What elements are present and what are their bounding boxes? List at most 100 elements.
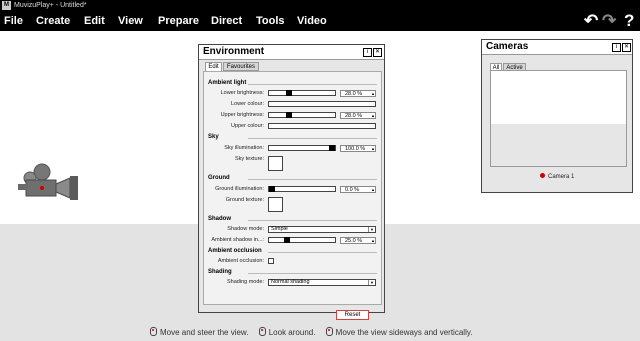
tab-favourites[interactable]: Favourites <box>223 62 259 71</box>
mouse-middle-icon <box>325 327 333 336</box>
camera-object[interactable] <box>12 160 82 205</box>
sky-illumination-field[interactable]: 100.0 % ▲ <box>340 145 376 152</box>
sky-texture-slot[interactable] <box>268 156 283 171</box>
camera-list-item[interactable]: Camera 1 <box>540 173 574 180</box>
record-icon <box>540 173 545 178</box>
lower-brightness-label: Lower brightness: <box>220 90 264 96</box>
mouse-hints: Move and steer the view. Look around. Mo… <box>150 327 480 337</box>
divider <box>248 273 377 274</box>
menu-video[interactable]: Video <box>297 11 327 31</box>
pin-icon[interactable]: i <box>363 48 372 57</box>
divider <box>248 138 377 139</box>
ambient-shadow-label: Ambient shadow in...: <box>211 237 264 243</box>
upper-colour-label: Upper colour: <box>230 123 264 129</box>
environment-header: Environment i ✕ <box>199 45 384 60</box>
app-icon: M <box>2 1 11 10</box>
menu-file[interactable]: File <box>4 11 23 31</box>
menu-create[interactable]: Create <box>36 11 70 31</box>
chevron-down-icon[interactable]: ▼ <box>368 227 375 232</box>
preview-ground <box>491 124 626 166</box>
section-shading: Shading <box>208 269 232 275</box>
lower-brightness-field[interactable]: 28.0 % ▲ <box>340 90 376 97</box>
mouse-left-icon <box>150 327 157 336</box>
lower-brightness-value: 28.0 % <box>345 91 363 97</box>
ambient-shadow-slider[interactable] <box>268 237 336 243</box>
environment-panel: Environment i ✕ Edit Favourites Ambient … <box>198 44 385 320</box>
lower-colour-label: Lower colour: <box>230 101 264 107</box>
divider <box>248 220 377 221</box>
menu-tools[interactable]: Tools <box>256 11 285 31</box>
sky-illumination-label: Sky illumination: <box>224 145 264 151</box>
shadow-mode-value: Simple <box>271 226 288 232</box>
upper-brightness-label: Upper brightness: <box>220 112 264 118</box>
upper-brightness-value: 28.0 % <box>345 113 363 119</box>
shadow-mode-label: Shadow mode: <box>227 226 264 232</box>
shading-mode-label: Shading mode: <box>227 279 264 285</box>
window-titlebar: M MuvizuPlay+ - Untitled* <box>0 0 640 11</box>
panel-title: Environment <box>203 46 265 57</box>
close-icon[interactable]: ✕ <box>373 48 382 57</box>
ambient-occlusion-label: Ambient occlusion: <box>217 258 264 264</box>
environment-settings: Ambient light Lower brightness: 28.0 % ▲ … <box>203 71 382 305</box>
slider-knob[interactable] <box>269 186 275 192</box>
hint-pan: Move the view sideways and vertically. <box>335 328 473 337</box>
mouse-right-icon <box>258 327 266 336</box>
camera-preview[interactable] <box>490 70 627 167</box>
undo-icon[interactable]: ↶ <box>584 12 598 30</box>
divider <box>268 252 377 253</box>
ground-illumination-slider[interactable] <box>268 186 336 192</box>
spinner-icon[interactable]: ▲ <box>371 113 375 118</box>
help-icon[interactable]: ? <box>624 12 634 30</box>
pin-icon[interactable]: i <box>612 43 621 52</box>
upper-brightness-slider[interactable] <box>268 112 336 118</box>
slider-knob[interactable] <box>329 145 335 151</box>
reset-button[interactable]: Reset <box>336 310 369 320</box>
cameras-panel: Cameras i ✕ All Active Camera 1 <box>481 39 633 193</box>
ground-illumination-label: Ground illumination: <box>215 186 264 192</box>
cameras-header: Cameras i ✕ <box>482 40 632 55</box>
menu-prepare[interactable]: Prepare <box>158 11 199 31</box>
menu-edit[interactable]: Edit <box>84 11 105 31</box>
section-sky: Sky <box>208 134 219 140</box>
divider <box>248 179 377 180</box>
ground-texture-slot[interactable] <box>268 197 283 212</box>
upper-colour-swatch[interactable] <box>268 123 376 129</box>
ground-illumination-field[interactable]: 0.0 % ▲ <box>340 186 376 193</box>
menu-direct[interactable]: Direct <box>211 11 242 31</box>
divider <box>248 84 377 85</box>
spinner-icon[interactable]: ▲ <box>371 91 375 96</box>
section-ambient-light: Ambient light <box>208 80 247 86</box>
slider-knob[interactable] <box>286 90 292 96</box>
sky-illumination-value: 100.0 % <box>345 146 366 152</box>
menu-bar: File Create Edit View Prepare Direct Too… <box>0 11 640 31</box>
hint-move: Move and steer the view. <box>160 328 249 337</box>
spinner-icon[interactable]: ▲ <box>371 146 375 151</box>
section-shadow: Shadow <box>208 216 232 222</box>
spinner-icon[interactable]: ▲ <box>371 238 375 243</box>
close-icon[interactable]: ✕ <box>622 43 631 52</box>
ground-illumination-value: 0.0 % <box>345 187 360 193</box>
camera-name: Camera 1 <box>548 174 575 180</box>
ambient-shadow-value: 25.0 % <box>345 238 363 244</box>
menu-view[interactable]: View <box>118 11 143 31</box>
tab-edit[interactable]: Edit <box>205 62 222 71</box>
slider-knob[interactable] <box>286 112 292 118</box>
upper-brightness-field[interactable]: 28.0 % ▲ <box>340 112 376 119</box>
ambient-shadow-field[interactable]: 25.0 % ▲ <box>340 237 376 244</box>
section-ground: Ground <box>208 175 230 181</box>
shading-mode-value: Normal shading <box>271 279 310 285</box>
shadow-mode-select[interactable]: Simple ▼ <box>268 226 376 233</box>
window-title: MuvizuPlay+ - Untitled* <box>14 2 87 9</box>
panel-title: Cameras <box>486 41 529 52</box>
slider-knob[interactable] <box>284 237 290 243</box>
hint-look: Look around. <box>268 328 316 337</box>
sky-illumination-slider[interactable] <box>268 145 336 151</box>
lower-colour-swatch[interactable] <box>268 101 376 107</box>
lower-brightness-slider[interactable] <box>268 90 336 96</box>
chevron-down-icon[interactable]: ▼ <box>368 280 375 285</box>
redo-icon[interactable]: ↷ <box>602 12 616 30</box>
spinner-icon[interactable]: ▲ <box>371 187 375 192</box>
ambient-occlusion-checkbox[interactable] <box>268 258 274 264</box>
shading-mode-select[interactable]: Normal shading ▼ <box>268 279 376 286</box>
ground-texture-label: Ground texture: <box>225 197 264 203</box>
